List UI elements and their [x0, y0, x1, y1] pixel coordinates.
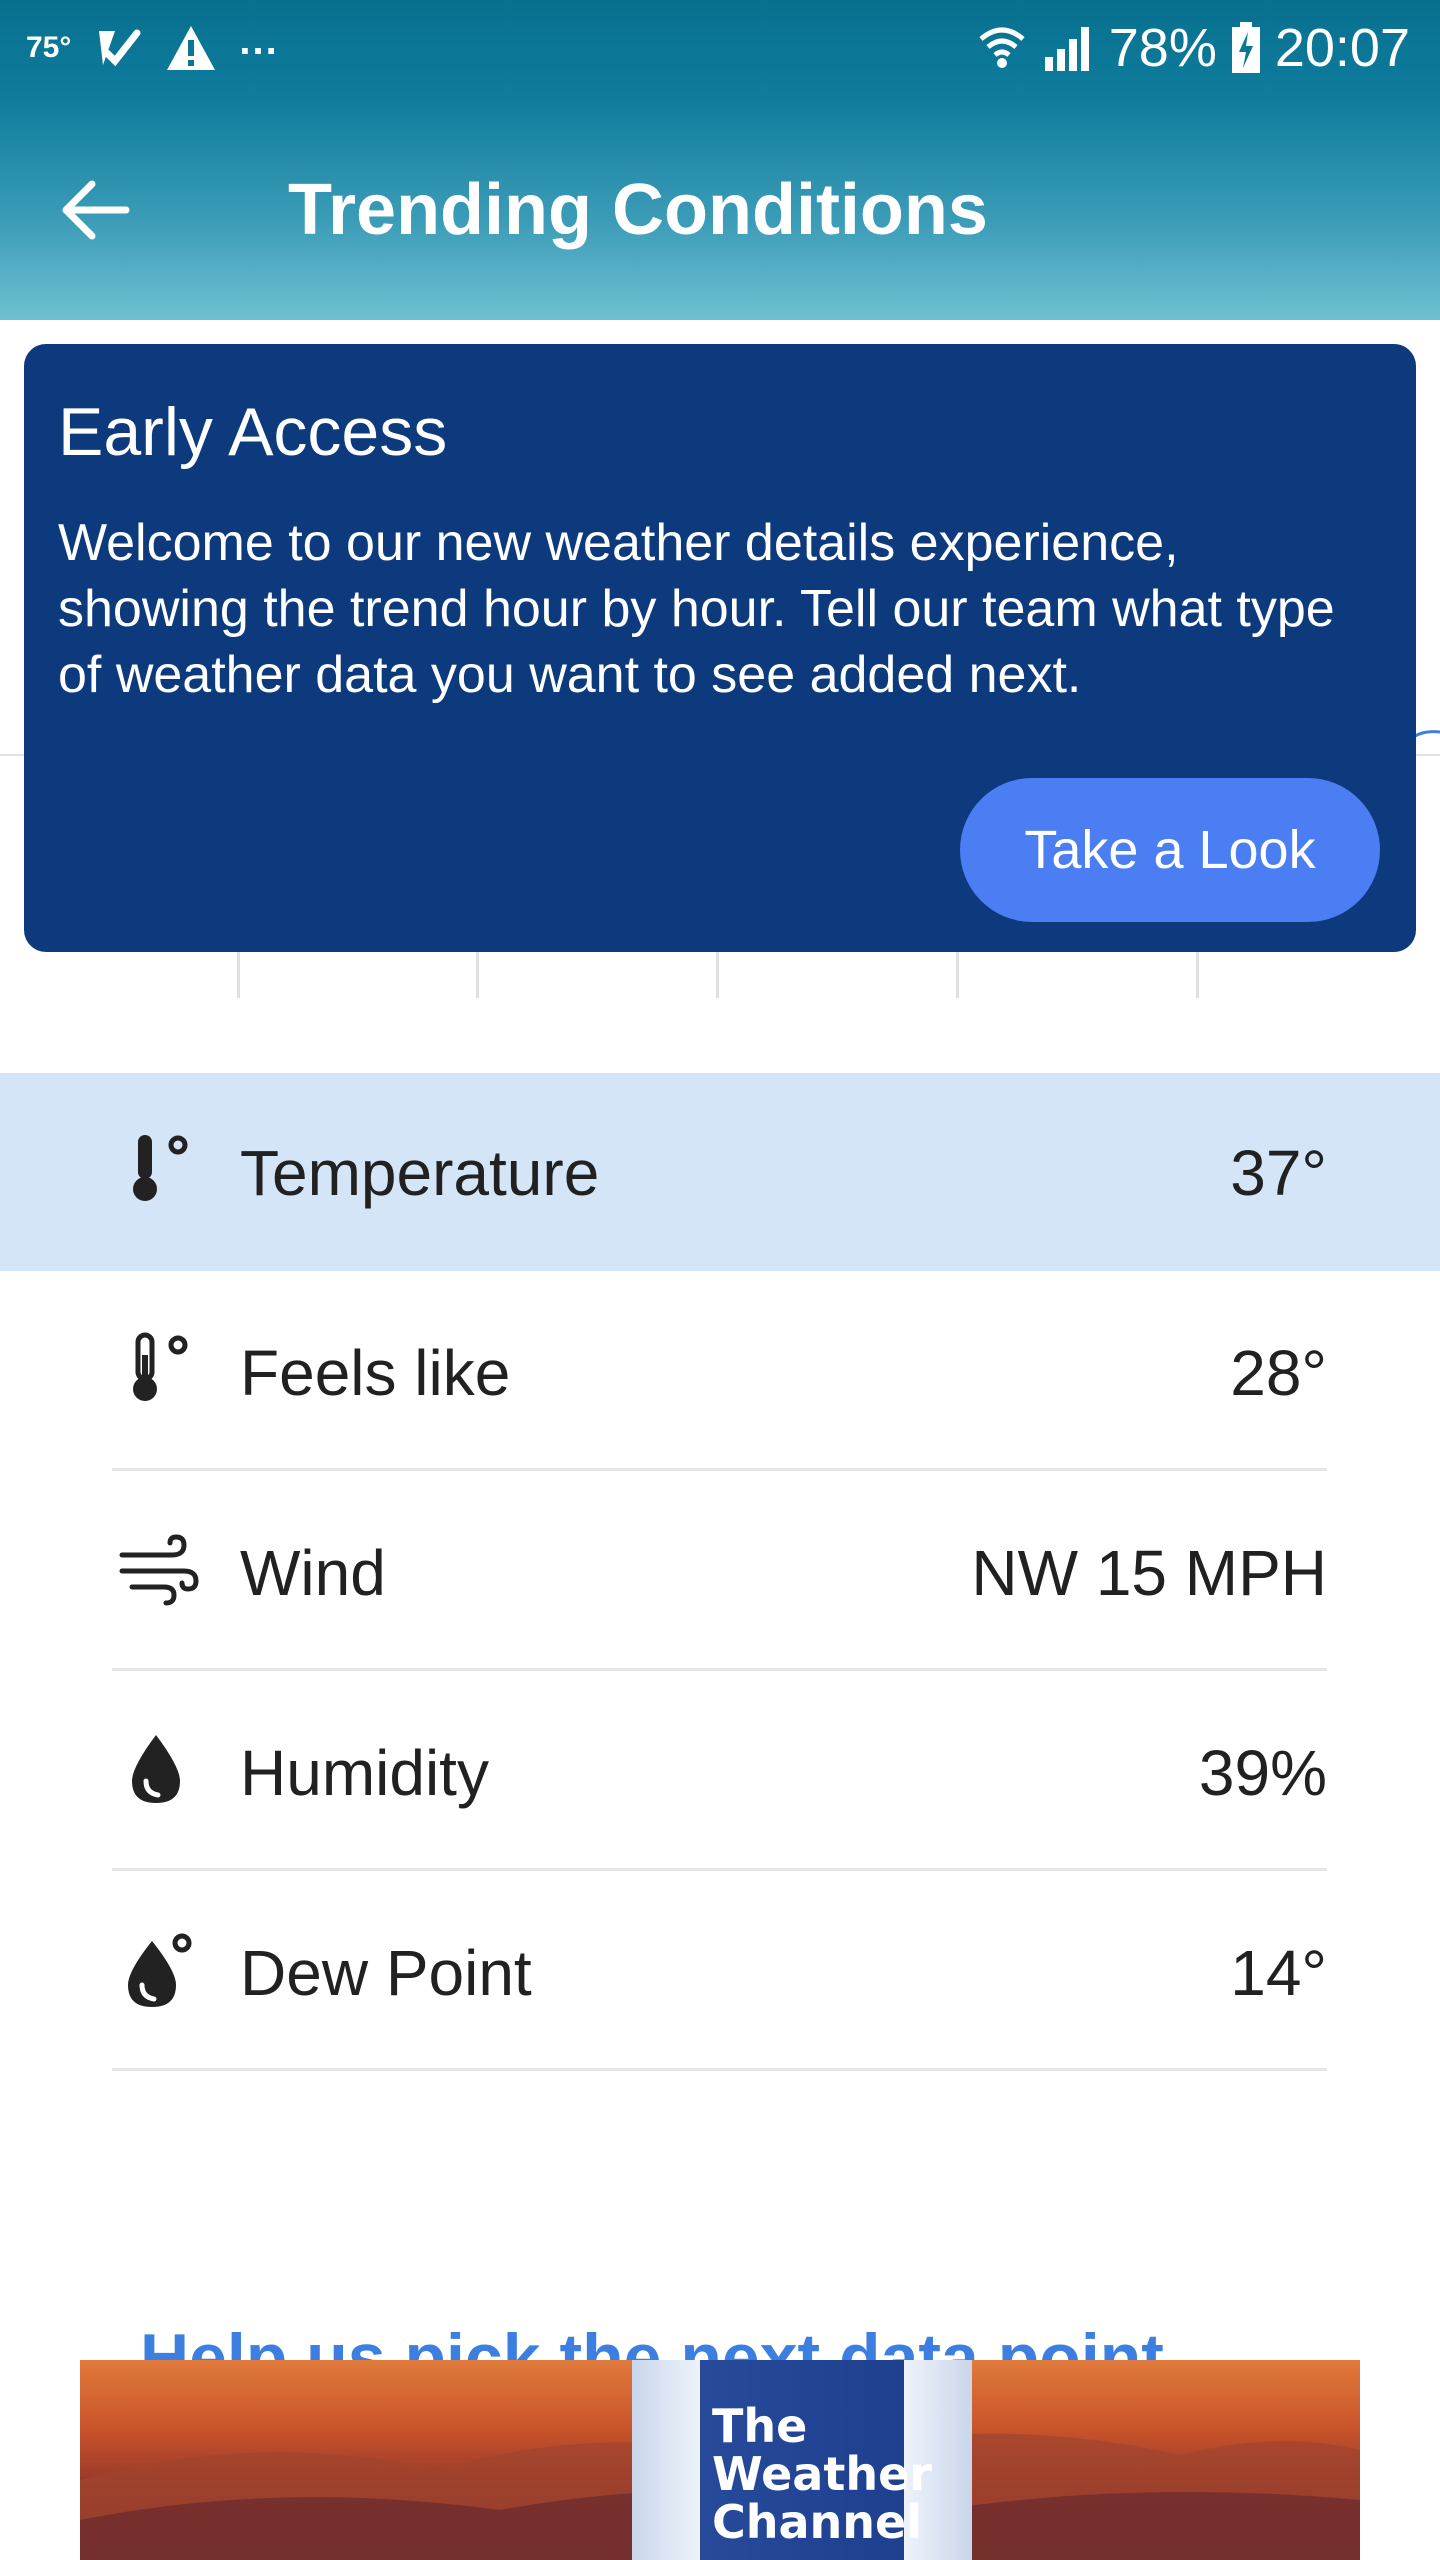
- chart-tick: [237, 950, 240, 998]
- condition-value: 28°: [1230, 1337, 1327, 1409]
- water-drop-icon: [132, 1735, 180, 1803]
- chart-tick: [1196, 950, 1199, 998]
- back-button[interactable]: [56, 170, 136, 250]
- wifi-icon: [979, 27, 1025, 68]
- chart-tick: [956, 950, 959, 998]
- condition-value: 39%: [1198, 1737, 1327, 1809]
- chart-tick: [476, 950, 479, 998]
- check-notification-icon: [99, 29, 141, 67]
- condition-row-dew-point[interactable]: Dew Point 14°: [0, 1873, 1440, 2071]
- early-access-card: Early Access Welcome to our new weather …: [24, 344, 1416, 952]
- card-title: Early Access: [58, 394, 448, 470]
- arrow-left-icon: [62, 180, 130, 240]
- weather-channel-logo: The Weather Channel: [632, 2360, 972, 2560]
- battery-charging-icon: [1231, 22, 1260, 73]
- status-bar-left: 75° ...: [26, 18, 279, 78]
- status-bar: 75° ... 78% 20:07: [0, 0, 1440, 96]
- condition-value: 14°: [1230, 1937, 1327, 2009]
- row-divider: [112, 2068, 1327, 2071]
- header: 75° ... 78% 20:07 Trending Conditions: [0, 0, 1440, 320]
- page-title: Trending Conditions: [288, 170, 988, 250]
- thermometer-icon: [133, 1332, 188, 1401]
- chart-tick: [716, 950, 719, 998]
- row-divider: [112, 1668, 1327, 1671]
- condition-row-humidity[interactable]: Humidity 39%: [0, 1673, 1440, 1871]
- thermometer-icon: [133, 1135, 188, 1201]
- condition-row-feels-like[interactable]: Feels like 28°: [0, 1273, 1440, 1471]
- clock: 20:07: [1274, 18, 1410, 78]
- condition-label: Wind: [240, 1537, 386, 1609]
- take-a-look-button[interactable]: Take a Look: [960, 778, 1380, 922]
- condition-label: Temperature: [240, 1137, 600, 1209]
- ad-banner[interactable]: The Weather Channel: [80, 2360, 1360, 2560]
- condition-label: Humidity: [240, 1737, 489, 1809]
- battery-percent: 78%: [1108, 18, 1217, 78]
- condition-label: Feels like: [240, 1337, 511, 1409]
- logo-text: The Weather Channel: [712, 2399, 932, 2549]
- more-notifications-indicator: ...: [239, 18, 279, 63]
- status-temperature: 75°: [26, 31, 72, 64]
- warning-icon: [167, 26, 216, 70]
- condition-row-temperature[interactable]: Temperature 37°: [0, 1073, 1440, 1271]
- row-divider: [112, 1868, 1327, 1871]
- condition-row-wind[interactable]: Wind NW 15 MPH: [0, 1473, 1440, 1671]
- wind-icon: [119, 1534, 199, 1606]
- card-body: Welcome to our new weather details exper…: [58, 514, 1335, 704]
- condition-value: NW 15 MPH: [971, 1537, 1327, 1609]
- row-divider: [112, 1468, 1327, 1471]
- condition-value: 37°: [1230, 1137, 1327, 1209]
- signal-icon: [1044, 27, 1089, 71]
- status-bar-right: 78% 20:07: [977, 18, 1410, 78]
- condition-label: Dew Point: [240, 1937, 532, 2009]
- dew-point-icon: [128, 1933, 192, 2007]
